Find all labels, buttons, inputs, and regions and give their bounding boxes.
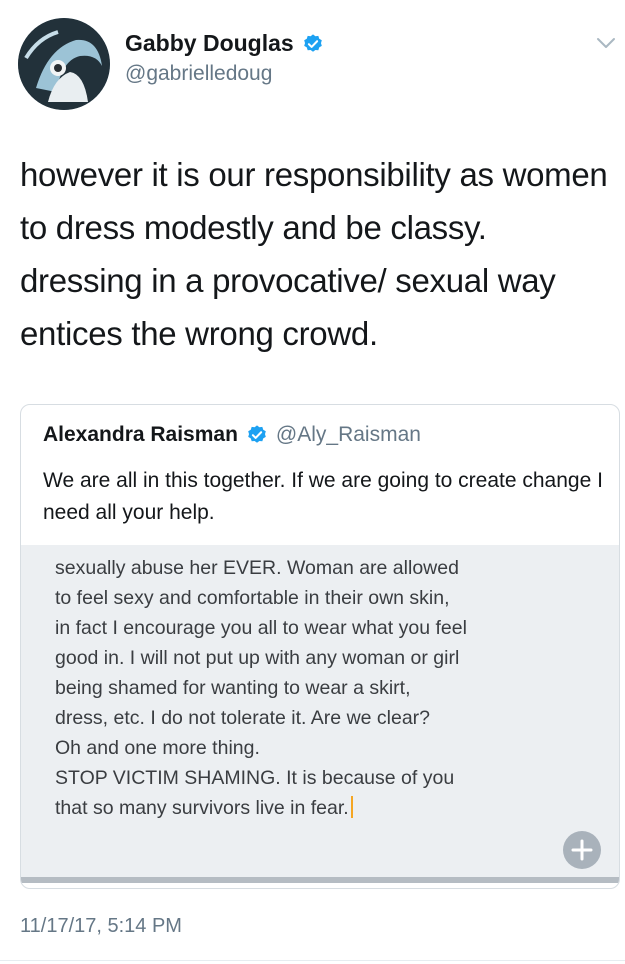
quoted-tweet-card[interactable]: Alexandra Raisman @Aly_Raisman We are al… (20, 404, 620, 889)
author-display-name[interactable]: Gabby Douglas (125, 30, 294, 57)
author-name-row[interactable]: Gabby Douglas (125, 30, 324, 57)
quoted-image-text-content: sexually abuse her EVER. Woman are allow… (55, 557, 467, 819)
tweet: Gabby Douglas @gabrielledoug however it … (0, 0, 625, 964)
avatar-image (18, 18, 110, 110)
quoted-author-name: Alexandra Raisman (43, 423, 238, 446)
quoted-tweet-text: We are all in this together. If we are g… (43, 469, 603, 524)
verified-badge-icon (246, 424, 268, 446)
divider (0, 960, 625, 961)
tweet-text: however it is our responsibility as wome… (20, 156, 608, 352)
chevron-down-icon[interactable] (596, 36, 616, 50)
tweet-timestamp[interactable]: 11/17/17, 5:14 PM (20, 915, 182, 938)
text-cursor (350, 796, 353, 818)
quoted-tweet-image[interactable]: sexually abuse her EVER. Woman are allow… (21, 545, 619, 883)
image-bottom-bar (21, 877, 619, 883)
verified-badge-icon (302, 33, 324, 55)
author-handle[interactable]: @gabrielledoug (125, 62, 272, 86)
plus-icon[interactable] (563, 831, 601, 869)
quoted-author-handle: @Aly_Raisman (275, 423, 421, 446)
quoted-tweet-header: Alexandra Raisman @Aly_Raisman (43, 423, 421, 447)
avatar[interactable] (18, 18, 110, 110)
quoted-image-text: sexually abuse her EVER. Woman are allow… (55, 553, 595, 823)
